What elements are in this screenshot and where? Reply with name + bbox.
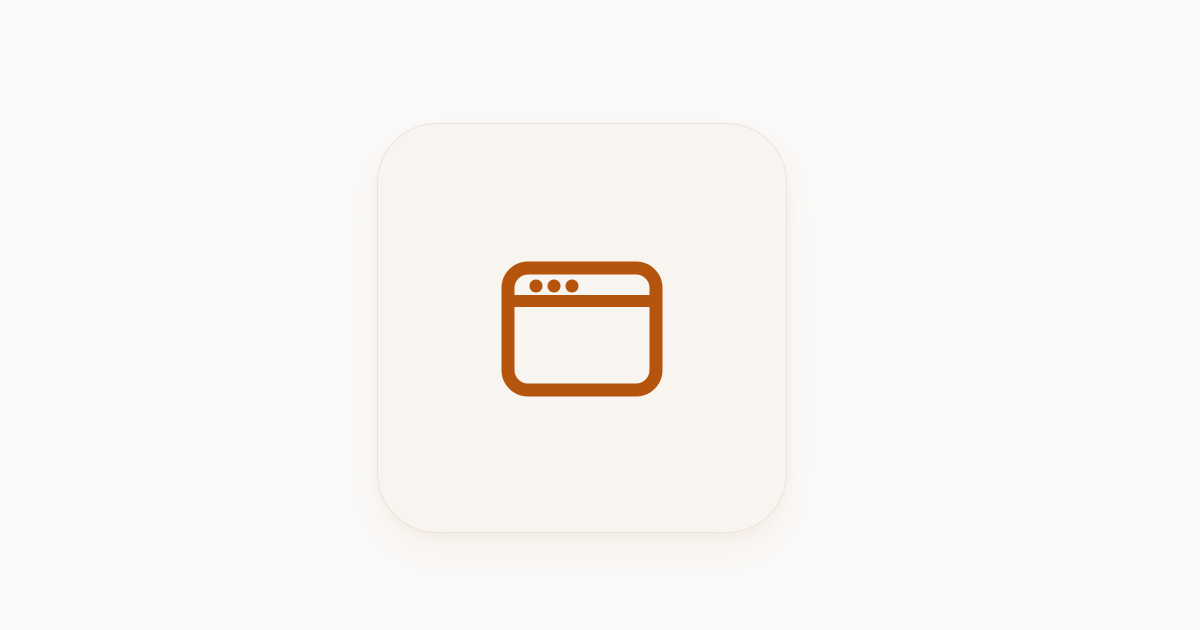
app-icon-preview <box>0 0 1200 630</box>
browser-window-icon <box>501 261 663 397</box>
window-dot-3 <box>565 279 579 293</box>
window-dot-1 <box>529 279 543 293</box>
window-dot-2 <box>547 279 561 293</box>
